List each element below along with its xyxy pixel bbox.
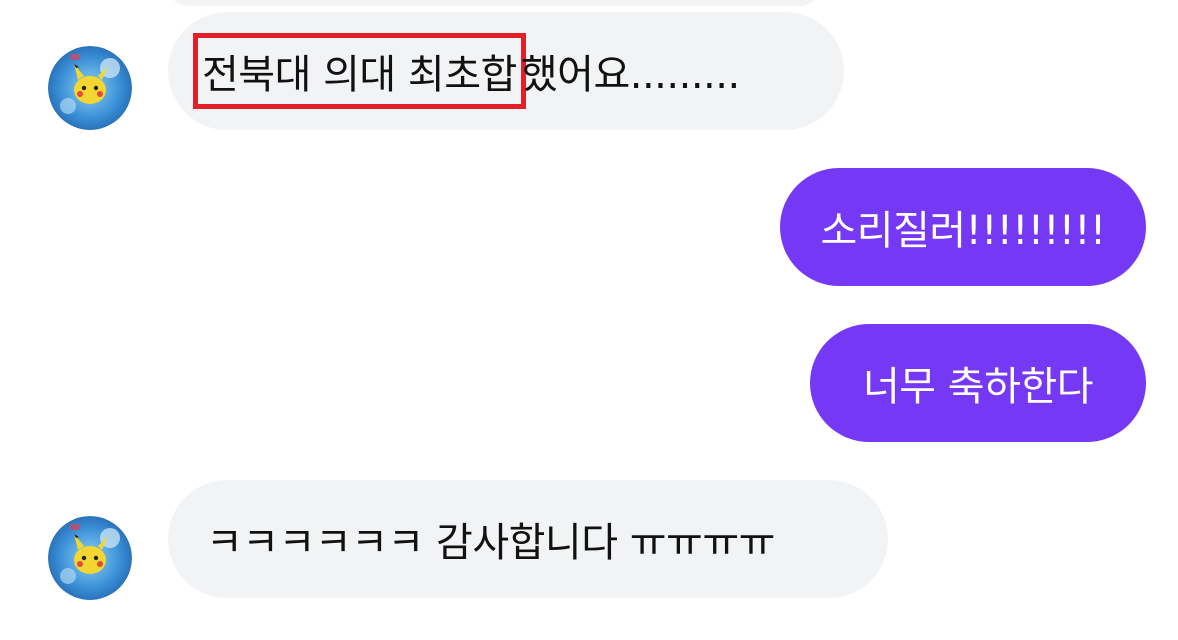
incoming-message-bubble[interactable]: ㅋㅋㅋㅋㅋㅋ 감사합니다 ㅠㅠㅠㅠ [168, 480, 888, 598]
message-text: 너무 축하한다 [862, 364, 1094, 410]
pikachu-avatar-icon[interactable] [48, 516, 132, 600]
pikachu-avatar-icon[interactable] [48, 46, 132, 130]
outgoing-message-bubble[interactable]: 너무 축하한다 [810, 324, 1146, 442]
highlighted-text-box: 전북대 의대 최초합 [193, 33, 526, 109]
message-text: 소리질러!!!!!!!!! [820, 208, 1106, 254]
incoming-message-bubble[interactable]: 전북대 의대 최초합 했어요......... [168, 12, 844, 130]
previous-message-bubble [168, 0, 820, 6]
outgoing-message-bubble[interactable]: 소리질러!!!!!!!!! [780, 168, 1146, 286]
message-text: ㅋㅋㅋㅋㅋㅋ 감사합니다 ㅠㅠㅠㅠ [206, 520, 775, 566]
message-text: 했어요......... [520, 52, 740, 98]
chat-thread: 전북대 의대 최초합 했어요......... 소리질러!!!!!!!!! 너무 … [0, 0, 1178, 640]
